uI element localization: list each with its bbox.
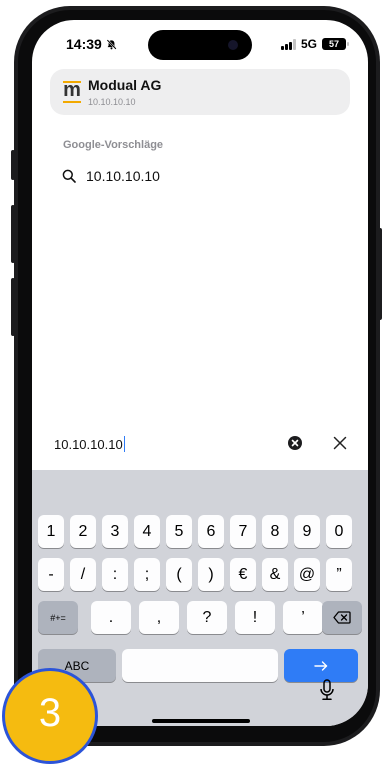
battery-level: 57 [328,39,339,49]
key-9[interactable]: 9 [294,515,320,548]
key-5[interactable]: 5 [166,515,192,548]
key-euro[interactable]: € [230,558,256,591]
modual-logo-icon: m [62,80,82,103]
key-3[interactable]: 3 [102,515,128,548]
time-label: 14:39 [66,36,102,52]
key-1[interactable]: 1 [38,515,64,548]
network-type: 5G [300,37,317,51]
key-question[interactable]: ? [187,601,227,634]
key-at[interactable]: @ [294,558,320,591]
home-indicator[interactable] [152,719,250,723]
top-hit-subtitle: 10.10.10.10 [88,97,136,107]
microphone-icon [320,679,334,701]
suggestion-text: 10.10.10.10 [86,168,160,184]
search-suggestion[interactable]: 10.10.10.10 [62,162,342,190]
key-close-paren[interactable]: ) [198,558,224,591]
address-input[interactable]: 10.10.10.10 [54,436,126,452]
cancel-button[interactable] [322,425,358,461]
key-6[interactable]: 6 [198,515,224,548]
key-symbols[interactable]: #+= [38,601,78,634]
key-open-paren[interactable]: ( [166,558,192,591]
status-bar: 14:39 5G 57 [32,20,368,68]
arrow-right-icon [314,660,328,671]
phone-screen: 14:39 5G 57 m Modual AG 10.10.10.10 Goog… [32,20,368,726]
status-indicators: 5G 57 [280,37,349,51]
key-colon[interactable]: : [102,558,128,591]
key-apostrophe[interactable]: ’ [283,601,323,634]
key-8[interactable]: 8 [262,515,288,548]
key-0[interactable]: 0 [326,515,352,548]
backspace-icon [333,611,351,624]
clear-x-icon [291,439,299,447]
front-camera [228,40,238,50]
bell-slash-icon [106,38,117,50]
address-bar[interactable]: 10.10.10.10 [42,424,314,462]
top-hit-title: Modual AG [88,77,162,93]
key-semicolon[interactable]: ; [134,558,160,591]
status-time: 14:39 [66,36,117,52]
step-number-badge: 3 [2,668,98,764]
address-value: 10.10.10.10 [54,437,123,452]
clear-input-button[interactable] [288,436,302,450]
key-2[interactable]: 2 [70,515,96,548]
delete-key[interactable] [322,601,362,634]
key-period[interactable]: . [91,601,131,634]
battery-icon: 57 [322,38,349,50]
key-hyphen[interactable]: - [38,558,64,591]
cellular-signal-icon [280,38,296,50]
space-bar[interactable] [122,649,278,682]
dictation-button[interactable] [315,678,339,702]
key-slash[interactable]: / [70,558,96,591]
key-7[interactable]: 7 [230,515,256,548]
key-comma[interactable]: , [139,601,179,634]
key-4[interactable]: 4 [134,515,160,548]
search-icon [62,169,76,183]
text-caret [123,436,126,452]
close-icon [333,436,347,450]
top-hit-result[interactable]: m Modual AG 10.10.10.10 [50,69,350,115]
dynamic-island [148,30,252,60]
step-number: 3 [38,691,62,735]
key-exclamation[interactable]: ! [235,601,275,634]
suggestions-heading: Google-Vorschläge [63,139,164,151]
key-quote[interactable]: ” [326,558,352,591]
key-ampersand[interactable]: & [262,558,288,591]
